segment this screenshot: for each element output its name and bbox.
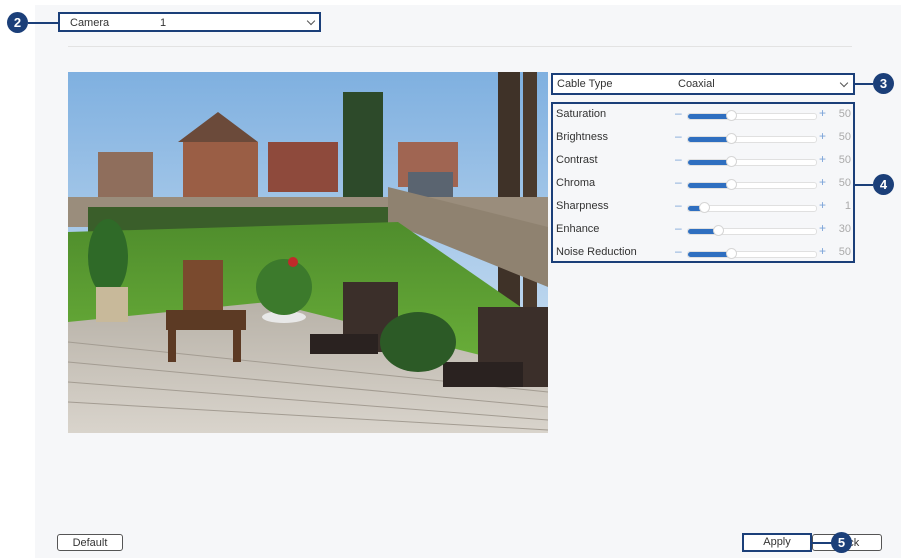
minus-button[interactable]: – [675, 244, 682, 258]
adjust-row-sharpness: Sharpness – +1 [553, 197, 853, 217]
apply-highlight: Apply [742, 533, 812, 552]
divider [68, 46, 852, 47]
minus-button[interactable]: – [675, 152, 682, 166]
adjust-label: Sharpness [556, 200, 609, 212]
apply-button[interactable]: Apply [744, 535, 810, 550]
adjust-value: 50 [838, 154, 851, 166]
slider-track[interactable] [687, 225, 817, 236]
minus-button[interactable]: – [675, 175, 682, 189]
slider-handle[interactable] [726, 133, 737, 144]
camera-select[interactable]: Camera 1 [58, 12, 321, 32]
adjust-value: 50 [838, 246, 851, 258]
adjust-row-enhance: Enhance – +30 [553, 220, 853, 240]
adjust-value: 1 [844, 200, 851, 212]
slider-fill [688, 252, 730, 257]
adjust-label: Saturation [556, 108, 607, 120]
adjust-label: Enhance [556, 223, 600, 235]
adjust-label: Noise Reduction [556, 246, 637, 258]
cable-type-label: Cable Type [557, 78, 613, 90]
plus-button[interactable]: + [819, 221, 826, 235]
adjust-label: Contrast [556, 154, 598, 166]
image-adjustments: Saturation – +50 Brightness – +50 Contrast – +50… [551, 102, 855, 263]
chevron-down-icon [839, 78, 849, 88]
slider-fill [688, 137, 730, 142]
adjust-label: Chroma [556, 177, 596, 189]
callout-2-line [28, 22, 58, 24]
slider-fill [688, 183, 730, 188]
plus-button[interactable]: + [819, 198, 826, 212]
adjust-value: 50 [838, 177, 851, 189]
plus-button[interactable]: + [819, 175, 826, 189]
adjust-label: Brightness [556, 131, 608, 143]
camera-preview [68, 72, 548, 433]
slider-track[interactable] [687, 202, 817, 213]
chevron-down-icon [306, 16, 316, 26]
callout-5-line [812, 542, 832, 544]
minus-button[interactable]: – [675, 106, 682, 120]
callout-3-line [855, 83, 873, 85]
minus-button[interactable]: – [675, 198, 682, 212]
adjust-row-saturation: Saturation – +50 [553, 105, 853, 125]
callout-2: 2 [7, 12, 28, 33]
slider-handle[interactable] [726, 110, 737, 121]
plus-button[interactable]: + [819, 106, 826, 120]
slider-handle[interactable] [699, 202, 710, 213]
slider-handle[interactable] [726, 156, 737, 167]
adjust-value: 30 [838, 223, 851, 235]
slider-fill [688, 114, 730, 119]
slider-track[interactable] [687, 156, 817, 167]
adjust-value: 50 [838, 108, 851, 120]
camera-preview-image [68, 72, 548, 433]
camera-select-value: 1 [160, 17, 167, 29]
slider-handle[interactable] [713, 225, 724, 236]
adjust-row-noise-reduction: Noise Reduction – +50 [553, 243, 853, 263]
adjust-row-brightness: Brightness – +50 [553, 128, 853, 148]
minus-button[interactable]: – [675, 221, 682, 235]
adjust-row-contrast: Contrast – +50 [553, 151, 853, 171]
camera-select-label: Camera [70, 17, 110, 29]
plus-button[interactable]: + [819, 244, 826, 258]
cable-type-select[interactable]: Cable Type Coaxial [551, 73, 855, 95]
slider-track[interactable] [687, 179, 817, 190]
cable-type-value: Coaxial [678, 78, 715, 90]
slider-track[interactable] [687, 248, 817, 259]
callout-4-line [855, 184, 873, 186]
slider-fill [688, 160, 730, 165]
slider-handle[interactable] [726, 179, 737, 190]
slider-track[interactable] [687, 110, 817, 121]
adjust-row-chroma: Chroma – +50 [553, 174, 853, 194]
default-button[interactable]: Default [57, 534, 123, 551]
adjust-value: 50 [838, 131, 851, 143]
minus-button[interactable]: – [675, 129, 682, 143]
plus-button[interactable]: + [819, 129, 826, 143]
callout-4: 4 [873, 174, 894, 195]
slider-track[interactable] [687, 133, 817, 144]
callout-3: 3 [873, 73, 894, 94]
slider-handle[interactable] [726, 248, 737, 259]
callout-5: 5 [831, 532, 852, 553]
plus-button[interactable]: + [819, 152, 826, 166]
